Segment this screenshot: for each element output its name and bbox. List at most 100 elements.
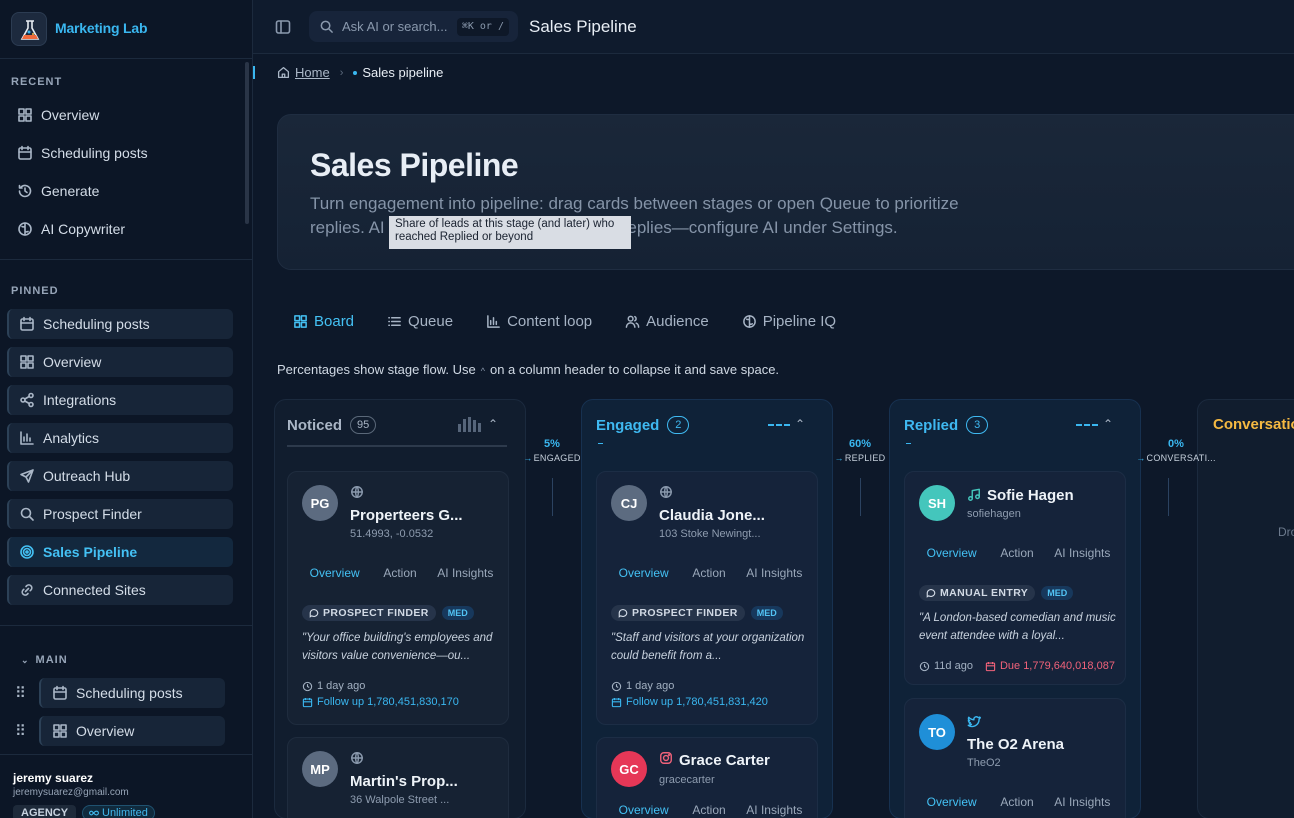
- music-icon: [967, 488, 981, 502]
- hint-text: on a column header to collapse it and sa…: [489, 362, 780, 377]
- card-tab-ai-insights[interactable]: AI Insights: [1050, 546, 1115, 560]
- user-panel[interactable]: jeremy suarez jeremysuarez@gmail.com AGE…: [0, 754, 252, 818]
- lead-name[interactable]: Claudia Jone...: [659, 507, 765, 524]
- follow-up[interactable]: Follow up 1,780,451,830,170: [302, 696, 459, 708]
- lead-card[interactable]: PG Properteers G... 51.4993, -0.0532 Ove…: [287, 471, 509, 725]
- pinned-item-analytics[interactable]: Analytics: [7, 423, 233, 453]
- priority-badge: MED: [441, 606, 474, 620]
- pinned-item-scheduling-posts[interactable]: Scheduling posts: [7, 309, 233, 339]
- card-tab-action[interactable]: Action: [676, 803, 741, 817]
- breadcrumb-home[interactable]: Home: [277, 65, 330, 80]
- card-chips: PROSPECT FINDER MED: [611, 605, 783, 621]
- lead-name[interactable]: Properteers G...: [350, 507, 463, 524]
- pinned-item-outreach-hub[interactable]: Outreach Hub: [7, 461, 233, 491]
- collapse-column-icon[interactable]: ⌃: [795, 417, 805, 431]
- lead-name[interactable]: Grace Carter: [679, 752, 770, 769]
- card-chips: PROSPECT FINDER MED: [302, 605, 474, 621]
- calendar-clock-icon: [611, 697, 622, 708]
- sidebar-toggle-icon[interactable]: [275, 19, 291, 35]
- main-section-toggle[interactable]: ⌄ MAIN: [21, 654, 68, 666]
- grid-icon: [19, 354, 43, 370]
- breadcrumb-marker: [253, 66, 255, 79]
- search-shortcut: ⌘K or /: [456, 18, 509, 36]
- grid-icon: [293, 314, 314, 329]
- card-tab-action[interactable]: Action: [676, 566, 741, 580]
- tab-label: Queue: [408, 313, 454, 330]
- lead-quote: "Your office building's employees and vi…: [302, 632, 493, 662]
- main-item-scheduling-posts[interactable]: Scheduling posts: [39, 678, 225, 708]
- lead-name[interactable]: Martin's Prop...: [350, 773, 458, 790]
- tab-audience[interactable]: Audience: [625, 313, 709, 330]
- tab-label: Board: [314, 313, 355, 330]
- tab-content-loop[interactable]: Content loop: [486, 313, 592, 330]
- follow-up[interactable]: Follow up 1,780,451,831,420: [611, 696, 768, 708]
- pinned-item-label: Prospect Finder: [43, 506, 142, 522]
- column-progress: [906, 443, 911, 444]
- flow-label: → REPLIED: [830, 453, 890, 463]
- card-tab-overview[interactable]: Overview: [919, 795, 984, 809]
- pinned-item-connected-sites[interactable]: Connected Sites: [7, 575, 233, 605]
- card-tab-overview[interactable]: Overview: [611, 803, 676, 817]
- card-tab-action[interactable]: Action: [367, 566, 432, 580]
- drag-handle-icon[interactable]: ⠿: [15, 722, 26, 740]
- follow-up-label: Follow up 1,780,451,830,170: [317, 696, 459, 708]
- column-noticed[interactable]: Noticed 95 ⌃ PG Properteers G... 51.4993,…: [274, 399, 526, 818]
- lead-card[interactable]: GC Grace Carter gracecarter Overview Act…: [596, 737, 818, 818]
- main-item-label: Overview: [76, 723, 135, 739]
- pinned-item-sales-pipeline[interactable]: Sales Pipeline: [7, 537, 233, 567]
- clock-icon: [611, 681, 622, 692]
- main-item-overview[interactable]: Overview: [39, 716, 225, 746]
- arrow-right-icon: →: [1136, 453, 1146, 463]
- card-tab-ai-insights[interactable]: AI Insights: [1050, 795, 1115, 809]
- card-tab-action[interactable]: Action: [984, 546, 1049, 560]
- column-replied[interactable]: Replied 3 ⌃ SH Sofie Hagen sofiehagen Ove…: [889, 399, 1141, 818]
- recent-item-generate[interactable]: Generate: [7, 176, 233, 206]
- recent-item-label: Overview: [41, 107, 100, 123]
- quota-badge: Unlimited: [82, 805, 155, 818]
- column-engaged[interactable]: Engaged 2 ⌃ CJ Claudia Jone... 103 Stoke …: [581, 399, 833, 818]
- card-tab-ai-insights[interactable]: AI Insights: [433, 566, 498, 580]
- card-tab-ai-insights[interactable]: AI Insights: [742, 566, 807, 580]
- topbar: Ask AI or search... ⌘K or / Sales Pipeli…: [253, 0, 1294, 54]
- sidebar-scrollbar[interactable]: [245, 62, 249, 224]
- tab-pipeline-iq[interactable]: Pipeline IQ: [742, 313, 836, 330]
- card-tabs: Overview Action AI Insights: [919, 546, 1115, 560]
- collapse-column-icon[interactable]: ⌃: [488, 417, 498, 431]
- history-icon: [17, 183, 41, 199]
- collapse-column-icon[interactable]: ⌃: [1103, 417, 1113, 431]
- lead-card[interactable]: SH Sofie Hagen sofiehagen Overview Actio…: [904, 471, 1126, 685]
- chevron-right-icon: ›: [339, 66, 344, 79]
- card-tab-action[interactable]: Action: [984, 795, 1049, 809]
- search-icon: [19, 506, 43, 522]
- card-tab-overview[interactable]: Overview: [611, 566, 676, 580]
- card-tab-overview[interactable]: Overview: [302, 566, 367, 580]
- card-tab-ai-insights[interactable]: AI Insights: [742, 803, 807, 817]
- recent-item-scheduling-posts[interactable]: Scheduling posts: [7, 138, 233, 168]
- lead-age: 1 day ago: [611, 680, 674, 692]
- brand-name[interactable]: Marketing Lab: [55, 20, 148, 36]
- pinned-item-prospect-finder[interactable]: Prospect Finder: [7, 499, 233, 529]
- tab-label: Content loop: [507, 313, 593, 330]
- tooltip: Share of leads at this stage (and later)…: [389, 216, 631, 249]
- lead-card[interactable]: MP Martin's Prop... 36 Walpole Street ..…: [287, 737, 509, 818]
- recent-item-ai-copywriter[interactable]: AI Copywriter: [7, 214, 233, 244]
- due-date[interactable]: Due 1,779,640,018,087: [985, 660, 1115, 672]
- pinned-item-overview[interactable]: Overview: [7, 347, 233, 377]
- link-icon: [19, 582, 43, 598]
- breadcrumb-home-label: Home: [295, 65, 330, 80]
- tab-queue[interactable]: Queue: [387, 313, 453, 330]
- pinned-item-integrations[interactable]: Integrations: [7, 385, 233, 415]
- column-divider: [287, 445, 507, 447]
- lead-card[interactable]: TO The O2 Arena TheO2 Overview Action AI…: [904, 698, 1126, 818]
- search-input[interactable]: Ask AI or search... ⌘K or /: [309, 11, 518, 42]
- priority-badge: MED: [1041, 586, 1074, 600]
- lead-card[interactable]: CJ Claudia Jone... 103 Stoke Newingt... …: [596, 471, 818, 725]
- drag-handle-icon[interactable]: ⠿: [15, 684, 26, 702]
- lead-name[interactable]: The O2 Arena: [967, 736, 1064, 753]
- lead-name[interactable]: Sofie Hagen: [987, 487, 1074, 504]
- recent-item-overview[interactable]: Overview: [7, 100, 233, 130]
- card-tab-overview[interactable]: Overview: [919, 546, 984, 560]
- brand-logo[interactable]: [11, 12, 47, 46]
- lead-subtitle: 36 Walpole Street ...: [350, 794, 450, 806]
- tab-board[interactable]: Board: [293, 313, 354, 330]
